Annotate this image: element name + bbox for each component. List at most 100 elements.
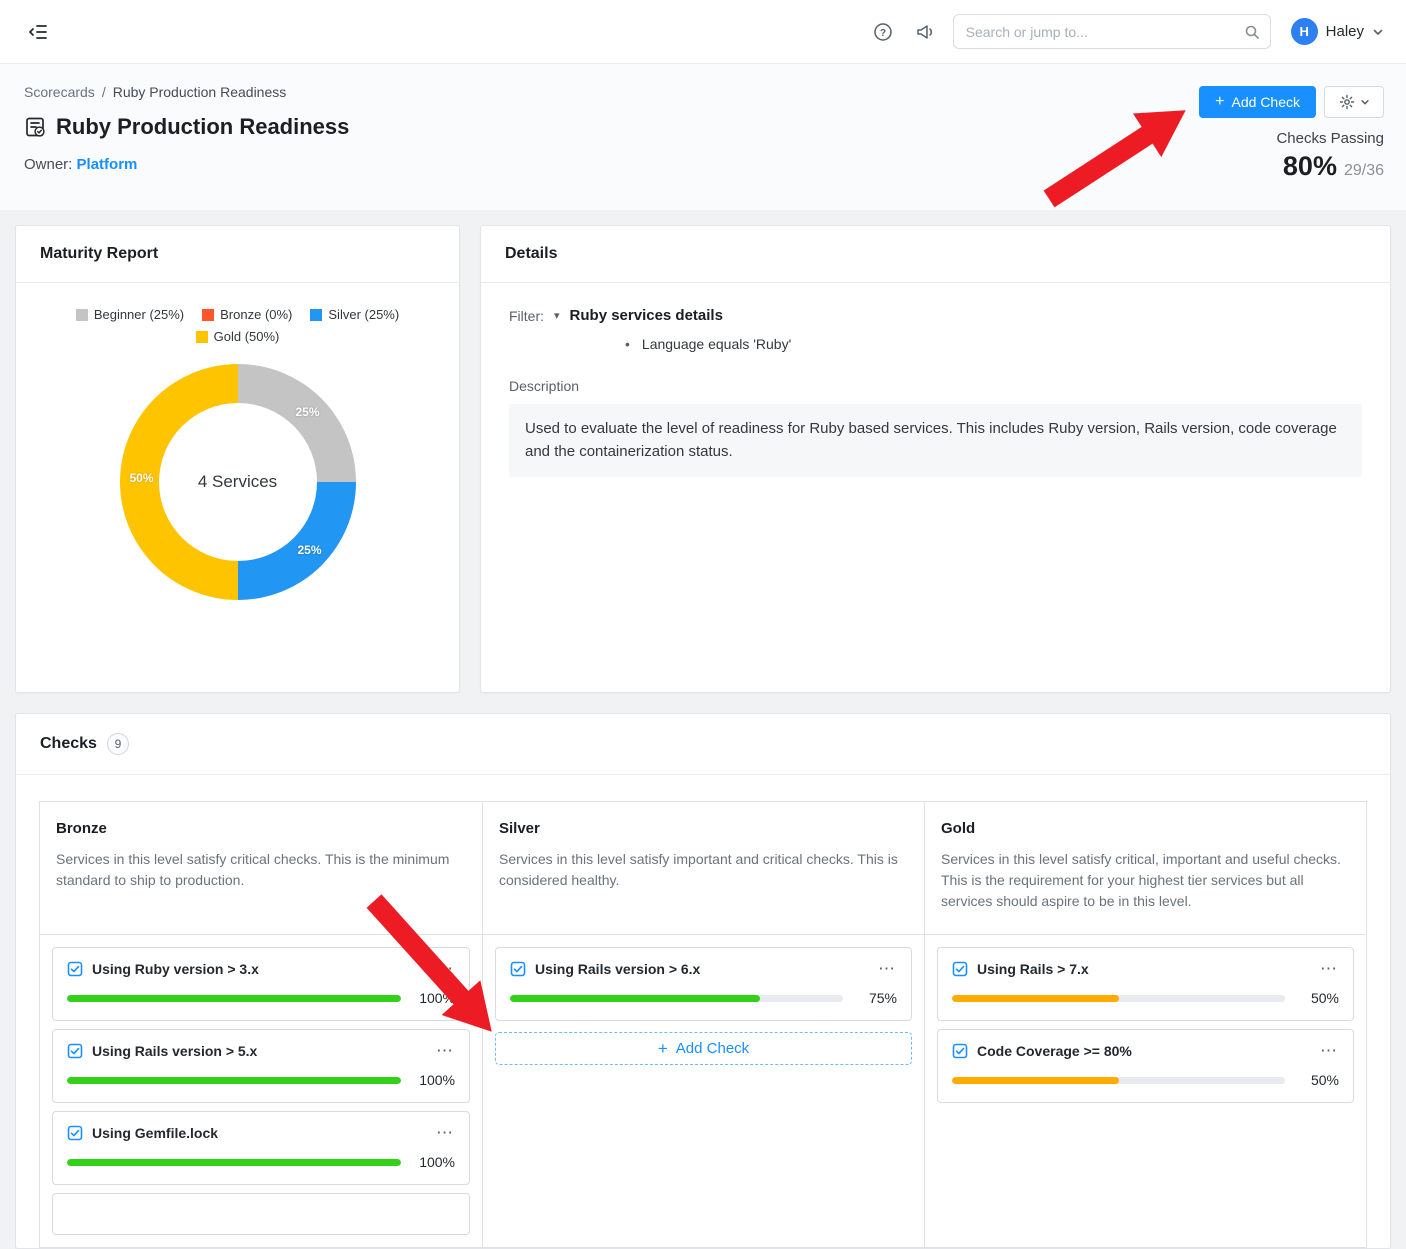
checkbox-check-icon [67, 1125, 83, 1141]
chevron-down-icon [1373, 29, 1383, 35]
segment-label-beginner: 25% [295, 405, 320, 419]
check-card[interactable]: Using Rails > 7.x ⋯ 50% [937, 947, 1354, 1021]
add-check-button[interactable]: + Add Check [1199, 86, 1316, 118]
maturity-legend: Beginner (25%) Bronze (0%) Silver (25%) Gol… [53, 307, 423, 344]
column-header: Silver Services in this level satisfy im… [483, 802, 924, 935]
chevron-down-icon [1360, 100, 1369, 105]
column-cards: Using Rails > 7.x ⋯ 50% Code Coverage >=… [925, 935, 1366, 1115]
filter-row: Filter: ▾ Ruby services details [509, 307, 1362, 324]
check-menu-button[interactable]: ⋯ [434, 960, 455, 977]
column-name: Gold [941, 820, 976, 837]
scorecard-icon [26, 117, 45, 137]
caret-down-icon[interactable]: ▾ [554, 309, 560, 322]
plus-icon: + [1215, 93, 1225, 110]
progress-percent: 50% [1310, 1072, 1339, 1088]
legend-item: Bronze (0%) [202, 307, 292, 322]
check-card[interactable]: Using Rails version > 6.x ⋯ 75% [495, 947, 912, 1021]
column-description: Services in this level satisfy critical,… [941, 851, 1341, 909]
progress-bar [510, 994, 843, 1002]
checks-column: Bronze Services in this level satisfy cr… [40, 802, 482, 1247]
column-name: Bronze [56, 820, 107, 837]
help-icon: ? [873, 22, 892, 41]
checks-count-badge: 9 [106, 733, 129, 755]
breadcrumb-separator: / [101, 84, 106, 100]
legend-item: Silver (25%) [310, 307, 399, 322]
details-card: Details Filter: ▾ Ruby services details … [480, 225, 1391, 693]
description-label: Description [509, 378, 580, 394]
owner-row: Owner: Platform [24, 156, 349, 173]
legend-swatch [202, 308, 215, 321]
column-add-check-button[interactable]: + Add Check [495, 1032, 912, 1065]
sidebar-toggle-button[interactable] [24, 17, 54, 47]
filter-name: Ruby services details [569, 307, 723, 324]
sidebar-collapse-icon [29, 24, 47, 39]
check-label: Using Gemfile.lock [92, 1124, 219, 1141]
check-label: Code Coverage >= 80% [977, 1042, 1132, 1059]
legend-item: Beginner (25%) [75, 307, 185, 322]
checkbox-check-icon [67, 961, 83, 977]
check-menu-button[interactable]: ⋯ [434, 1124, 455, 1141]
svg-text:?: ? [880, 27, 886, 38]
owner-label: Owner: [24, 156, 73, 173]
check-label: Using Rails version > 5.x [92, 1042, 258, 1059]
scorecard-settings-button[interactable] [1324, 86, 1384, 118]
progress-bar [952, 994, 1285, 1002]
announcements-button[interactable] [911, 18, 939, 46]
user-menu[interactable]: H Haley [1290, 18, 1384, 45]
description-text: Used to evaluate the level of readiness … [509, 404, 1362, 477]
help-button[interactable]: ? [869, 18, 897, 46]
page-header-left: Scorecards / Ruby Production Readiness R… [24, 84, 349, 210]
gear-icon [1339, 94, 1354, 110]
progress-fill [67, 1158, 401, 1166]
owner-link[interactable]: Platform [77, 156, 138, 173]
column-name: Silver [499, 820, 540, 837]
checks-passing-percent: 80% [1282, 151, 1337, 181]
progress-fill [510, 994, 760, 1002]
checks-passing-value: 80% 29/36 [1283, 151, 1384, 182]
check-card[interactable]: Code Coverage >= 80% ⋯ 50% [937, 1029, 1354, 1103]
filter-label: Filter: [509, 307, 544, 324]
progress-bar [67, 994, 401, 1002]
bullet-icon: • [625, 336, 630, 352]
page-title: Ruby Production Readiness [56, 114, 350, 139]
donut-center-label: 4 Services [197, 472, 278, 491]
column-cards: Using Rails version > 6.x ⋯ 75% + Add Che… [483, 935, 924, 1077]
checks-columns: Bronze Services in this level satisfy cr… [39, 801, 1367, 1248]
maturity-donut-chart: 25% 25% 50% 4 Services [119, 364, 356, 600]
column-cards: Using Ruby version > 3.x ⋯ 100% Using Ra… [40, 935, 482, 1247]
legend-label: Silver (25%) [328, 307, 400, 322]
global-search[interactable] [952, 14, 1271, 49]
checks-passing-count: 29/36 [1343, 162, 1384, 179]
check-card[interactable]: Using Gemfile.lock ⋯ 100% [52, 1111, 470, 1185]
check-menu-button[interactable]: ⋯ [1318, 960, 1339, 977]
maturity-report-title: Maturity Report [16, 226, 459, 283]
legend-swatch [195, 330, 208, 343]
plus-icon: + [657, 1038, 668, 1058]
details-title: Details [481, 226, 1390, 283]
legend-swatch [75, 308, 88, 321]
check-menu-button[interactable]: ⋯ [1318, 1042, 1339, 1059]
page-header: Scorecards / Ruby Production Readiness R… [0, 64, 1406, 210]
checkbox-check-icon [952, 1043, 968, 1059]
progress-fill [952, 1076, 1119, 1084]
megaphone-icon [916, 24, 932, 39]
check-menu-button[interactable]: ⋯ [434, 1042, 455, 1059]
checks-card: Checks 9 Bronze Services in this level s… [15, 713, 1391, 1249]
legend-label: Beginner (25%) [93, 307, 185, 322]
check-menu-button[interactable]: ⋯ [876, 960, 897, 977]
breadcrumb-scorecards[interactable]: Scorecards [24, 84, 95, 100]
column-description: Services in this level satisfy important… [499, 851, 898, 888]
progress-fill [952, 994, 1119, 1002]
check-card[interactable]: Using Ruby version > 3.x ⋯ 100% [52, 947, 470, 1021]
checkbox-check-icon [510, 961, 526, 977]
check-card[interactable]: Using Rails version > 5.x ⋯ 100% [52, 1029, 470, 1103]
checks-passing-label: Checks Passing [1276, 130, 1384, 147]
search-input[interactable] [965, 23, 1244, 40]
check-label: Using Rails > 7.x [977, 960, 1089, 977]
progress-bar [67, 1158, 401, 1166]
progress-bar [952, 1076, 1285, 1084]
donut-hole: 4 Services [158, 403, 317, 561]
check-label: Using Rails version > 6.x [535, 960, 701, 977]
segment-label-silver: 25% [297, 543, 322, 557]
search-icon [1244, 24, 1260, 40]
